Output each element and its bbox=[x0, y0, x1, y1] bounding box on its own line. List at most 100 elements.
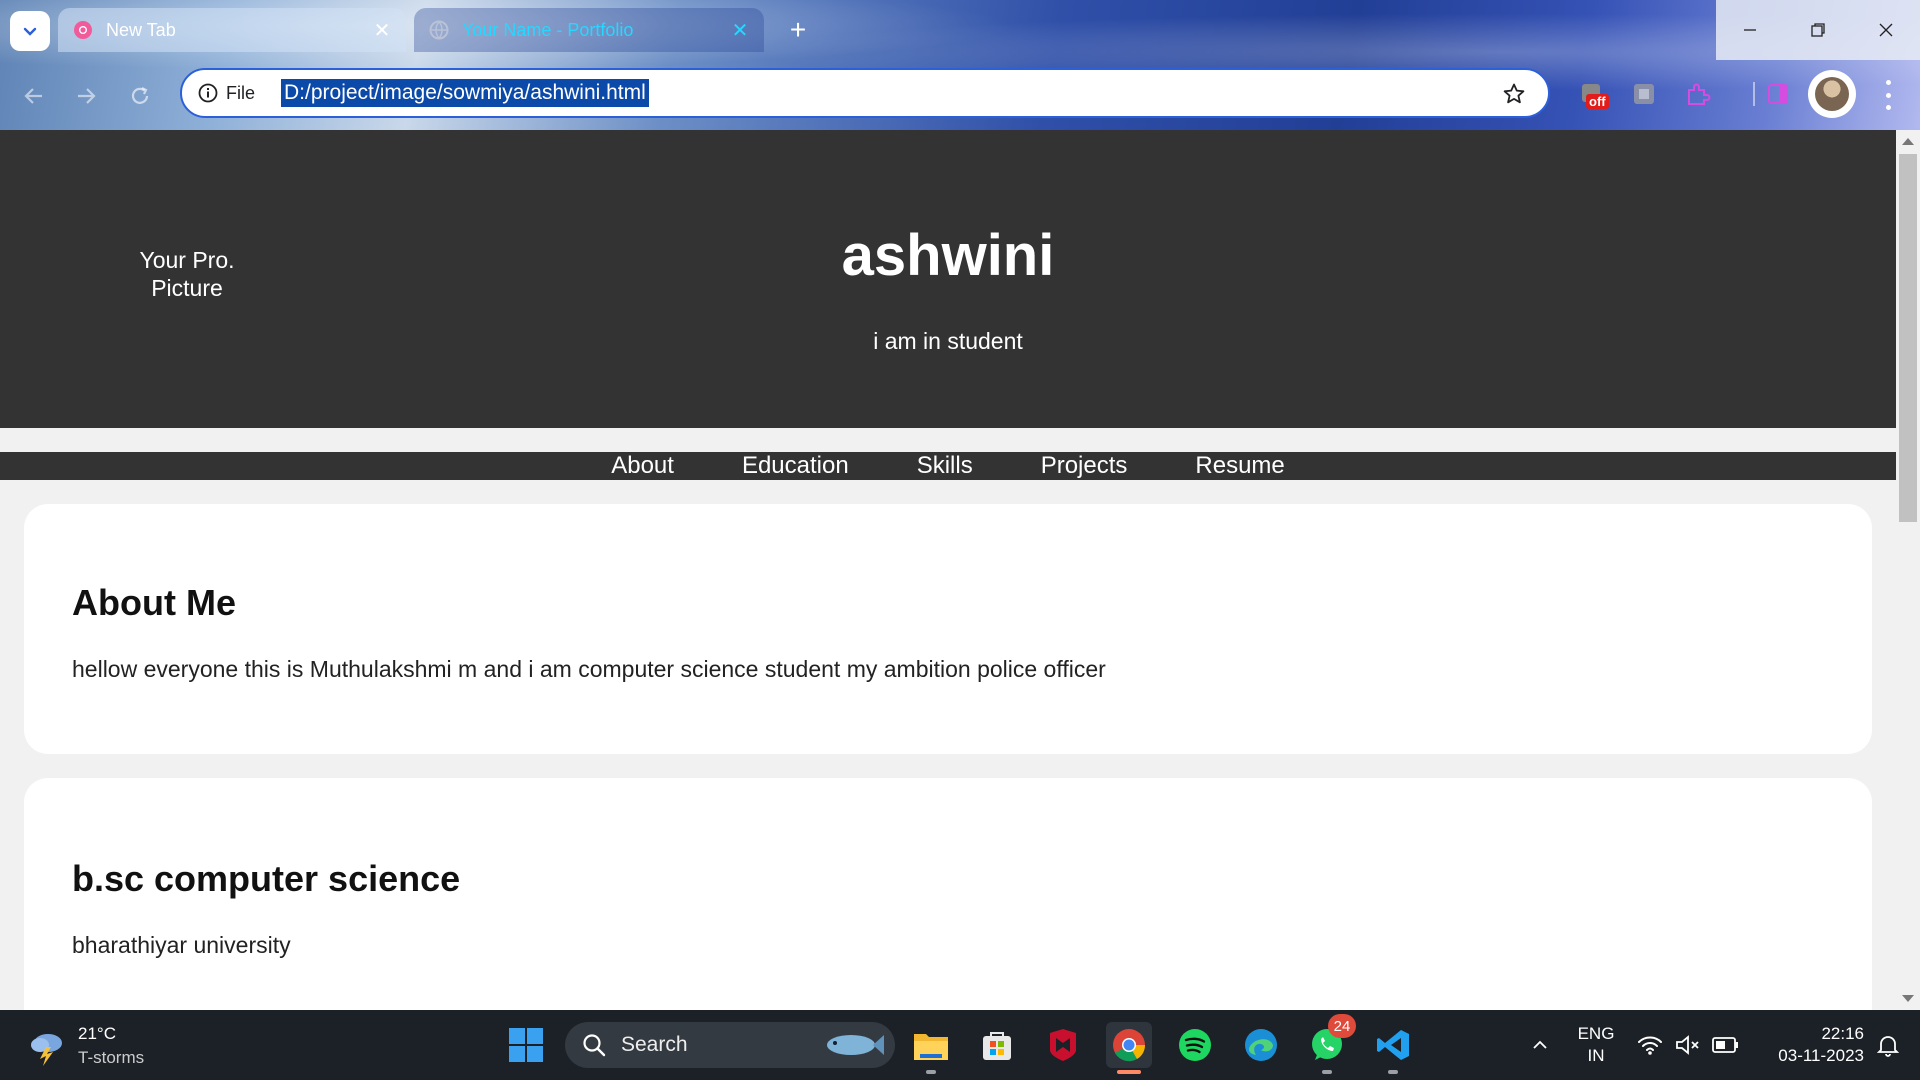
spotify-button[interactable] bbox=[1172, 1022, 1218, 1068]
clock[interactable]: 22:16 03-11-2023 bbox=[1754, 1023, 1864, 1067]
chrome-taskbar-button[interactable] bbox=[1106, 1022, 1152, 1074]
back-button[interactable] bbox=[14, 76, 54, 116]
spotify-icon bbox=[1179, 1029, 1211, 1061]
close-tab-icon[interactable]: ✕ bbox=[726, 16, 754, 44]
vscode-icon bbox=[1377, 1030, 1409, 1060]
forward-arrow-icon bbox=[78, 88, 96, 104]
running-indicator bbox=[1322, 1070, 1332, 1074]
address-bar[interactable]: File D:/project/image/sowmiya/ashwini.ht… bbox=[180, 68, 1550, 118]
tab-portfolio[interactable]: Your Name - Portfolio ✕ bbox=[414, 8, 764, 52]
weather-condition: T-storms bbox=[78, 1048, 145, 1067]
search-icon bbox=[583, 1034, 606, 1057]
windows-taskbar: 21°C T-storms Search 24 ENG IN 22:16 03-… bbox=[0, 1010, 1920, 1080]
vscode-button[interactable] bbox=[1370, 1022, 1416, 1074]
reload-button[interactable] bbox=[120, 76, 160, 116]
show-hidden-icons-button[interactable] bbox=[1516, 1022, 1564, 1068]
education-section: b.sc computer science bharathiyar univer… bbox=[24, 778, 1872, 1010]
volume-muted-icon bbox=[1676, 1035, 1699, 1055]
microsoft-store-button[interactable] bbox=[974, 1022, 1020, 1068]
weather-widget[interactable]: 21°C T-storms bbox=[26, 1022, 144, 1070]
puzzle-icon bbox=[1688, 83, 1711, 105]
url-text[interactable]: D:/project/image/sowmiya/ashwini.html bbox=[281, 79, 649, 107]
language-line1: ENG bbox=[1577, 1024, 1615, 1043]
site-nav: About Education Skills Projects Resume bbox=[0, 452, 1896, 480]
scrollbar-thumb[interactable] bbox=[1899, 154, 1917, 522]
battery-icon bbox=[1712, 1037, 1738, 1053]
fish-illustration-icon bbox=[827, 1035, 884, 1055]
side-panel-button[interactable] bbox=[1764, 80, 1792, 108]
restore-icon bbox=[1811, 23, 1825, 37]
page-scrollbar[interactable] bbox=[1896, 130, 1920, 1010]
extension-button[interactable] bbox=[1630, 80, 1658, 108]
dot-icon bbox=[1885, 80, 1891, 85]
bookmark-star-icon[interactable] bbox=[1500, 80, 1528, 108]
site-name: ashwini bbox=[841, 223, 1055, 288]
battery-button[interactable] bbox=[1706, 1022, 1746, 1068]
notifications-button[interactable] bbox=[1868, 1022, 1908, 1068]
extensions-menu-button[interactable] bbox=[1684, 80, 1712, 108]
reload-icon bbox=[131, 87, 149, 104]
nav-link-resume[interactable]: Resume bbox=[1195, 452, 1284, 480]
nav-link-education[interactable]: Education bbox=[742, 452, 849, 480]
tagline: i am in student bbox=[873, 328, 1023, 354]
thunderstorm-icon bbox=[26, 1025, 68, 1067]
close-icon bbox=[1879, 23, 1893, 37]
minimize-button[interactable] bbox=[1716, 0, 1784, 60]
extension-off-button[interactable]: off bbox=[1578, 80, 1609, 109]
clock-time: 22:16 bbox=[1821, 1024, 1864, 1043]
info-icon[interactable] bbox=[196, 81, 220, 105]
minimize-icon bbox=[1744, 29, 1756, 31]
notification-badge: 24 bbox=[1328, 1014, 1356, 1038]
chevron-down-icon bbox=[23, 27, 37, 36]
restore-button[interactable] bbox=[1784, 0, 1852, 60]
file-explorer-button[interactable] bbox=[908, 1022, 954, 1074]
tab-title: Your Name - Portfolio bbox=[462, 19, 634, 40]
tab-title: New Tab bbox=[106, 19, 176, 40]
tab-new-tab[interactable]: New Tab ✕ bbox=[58, 8, 406, 52]
close-window-button[interactable] bbox=[1852, 0, 1920, 60]
volume-button[interactable] bbox=[1668, 1022, 1708, 1068]
running-indicator bbox=[926, 1070, 936, 1074]
nav-link-skills[interactable]: Skills bbox=[917, 452, 973, 480]
mcafee-button[interactable] bbox=[1040, 1022, 1086, 1068]
search-label: Search bbox=[621, 1033, 688, 1056]
chrome-icon bbox=[72, 19, 94, 41]
browser-chrome: New Tab ✕ Your Name - Portfolio ✕ + File… bbox=[0, 0, 1920, 130]
whatsapp-button[interactable]: 24 bbox=[1304, 1014, 1356, 1074]
section-text: bharathiyar university bbox=[72, 932, 291, 958]
new-tab-button[interactable]: + bbox=[780, 12, 816, 48]
wifi-button[interactable] bbox=[1630, 1022, 1670, 1068]
windows-logo-icon bbox=[509, 1028, 543, 1062]
dot-icon bbox=[1885, 105, 1891, 110]
chrome-icon bbox=[1113, 1029, 1146, 1062]
scheme-label: File bbox=[226, 82, 256, 103]
close-tab-icon[interactable]: ✕ bbox=[368, 16, 396, 44]
page-viewport: Your Pro. Picture ashwini i am in studen… bbox=[0, 130, 1896, 1010]
chevron-up-icon bbox=[1533, 1040, 1547, 1049]
nav-link-projects[interactable]: Projects bbox=[1041, 452, 1128, 480]
edge-button[interactable] bbox=[1238, 1022, 1284, 1068]
scroll-down-arrow-icon[interactable] bbox=[1902, 995, 1914, 1002]
section-heading: b.sc computer science bbox=[72, 858, 461, 899]
wifi-icon bbox=[1638, 1036, 1662, 1055]
running-indicator bbox=[1388, 1070, 1398, 1074]
profile-avatar[interactable] bbox=[1808, 70, 1856, 118]
bell-icon bbox=[1876, 1036, 1900, 1057]
about-section: About Me hellow everyone this is Muthula… bbox=[24, 504, 1872, 754]
nav-link-about[interactable]: About bbox=[611, 452, 674, 480]
site-header: Your Pro. Picture ashwini i am in studen… bbox=[0, 130, 1896, 428]
tab-search-button[interactable] bbox=[10, 11, 50, 51]
language-indicator[interactable]: ENG IN bbox=[1572, 1023, 1620, 1067]
dot-icon bbox=[1885, 92, 1891, 98]
folder-icon bbox=[914, 1034, 948, 1060]
taskbar-search[interactable]: Search bbox=[565, 1022, 895, 1068]
browser-menu-button[interactable] bbox=[1876, 80, 1900, 110]
avatar-image bbox=[1815, 77, 1849, 111]
language-line2: IN bbox=[1587, 1046, 1605, 1065]
active-indicator bbox=[1117, 1070, 1141, 1074]
forward-button[interactable] bbox=[66, 76, 106, 116]
start-button[interactable] bbox=[503, 1022, 549, 1068]
scroll-up-arrow-icon[interactable] bbox=[1902, 138, 1914, 145]
section-text: hellow everyone this is Muthulakshmi m a… bbox=[72, 656, 1106, 682]
mcafee-shield-icon bbox=[1050, 1029, 1076, 1061]
